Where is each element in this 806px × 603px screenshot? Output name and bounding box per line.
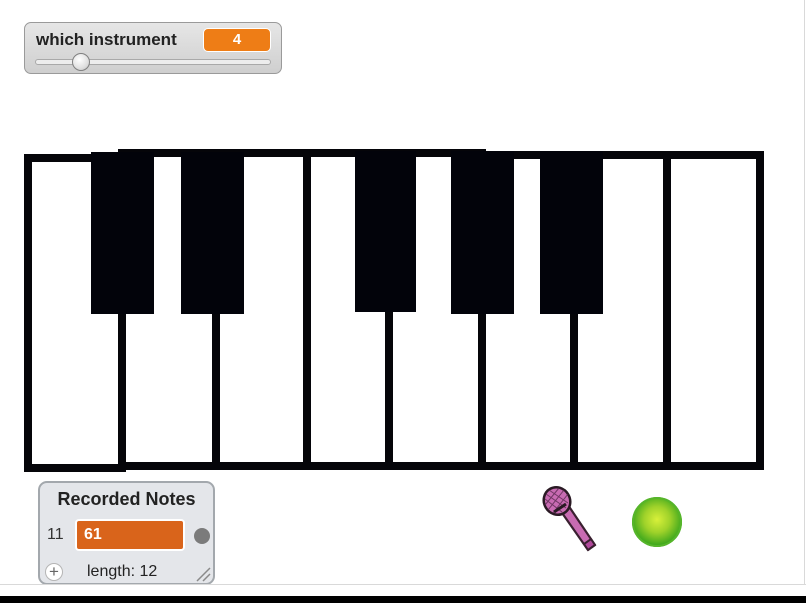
- list-length: length: 12: [87, 563, 158, 580]
- microphone-icon[interactable]: [537, 484, 603, 556]
- list-title: Recorded Notes: [57, 489, 196, 509]
- black-key-2[interactable]: [181, 152, 244, 314]
- stage-bottom-border: [0, 584, 806, 585]
- black-key-4[interactable]: [451, 151, 514, 314]
- add-item-button[interactable]: +: [45, 563, 63, 581]
- list-item-index: 11: [47, 526, 64, 543]
- stage: which instrument 4 Recorded Notes 11 61 …: [0, 0, 806, 603]
- recorded-notes-list: Recorded Notes 11 61 + length: 12: [38, 481, 215, 585]
- black-key-1[interactable]: [91, 152, 154, 314]
- black-key-5[interactable]: [540, 151, 603, 314]
- resize-handle-icon[interactable]: [194, 565, 212, 583]
- bottom-bar: [0, 596, 806, 603]
- piano-keyboard: [0, 0, 806, 480]
- scrollbar-thumb[interactable]: [194, 528, 210, 544]
- green-circle-button[interactable]: [632, 497, 682, 547]
- stage-right-border: [804, 0, 805, 585]
- list-item-value[interactable]: 61: [75, 519, 185, 551]
- white-key-8[interactable]: [663, 151, 764, 470]
- black-key-3[interactable]: [355, 151, 416, 312]
